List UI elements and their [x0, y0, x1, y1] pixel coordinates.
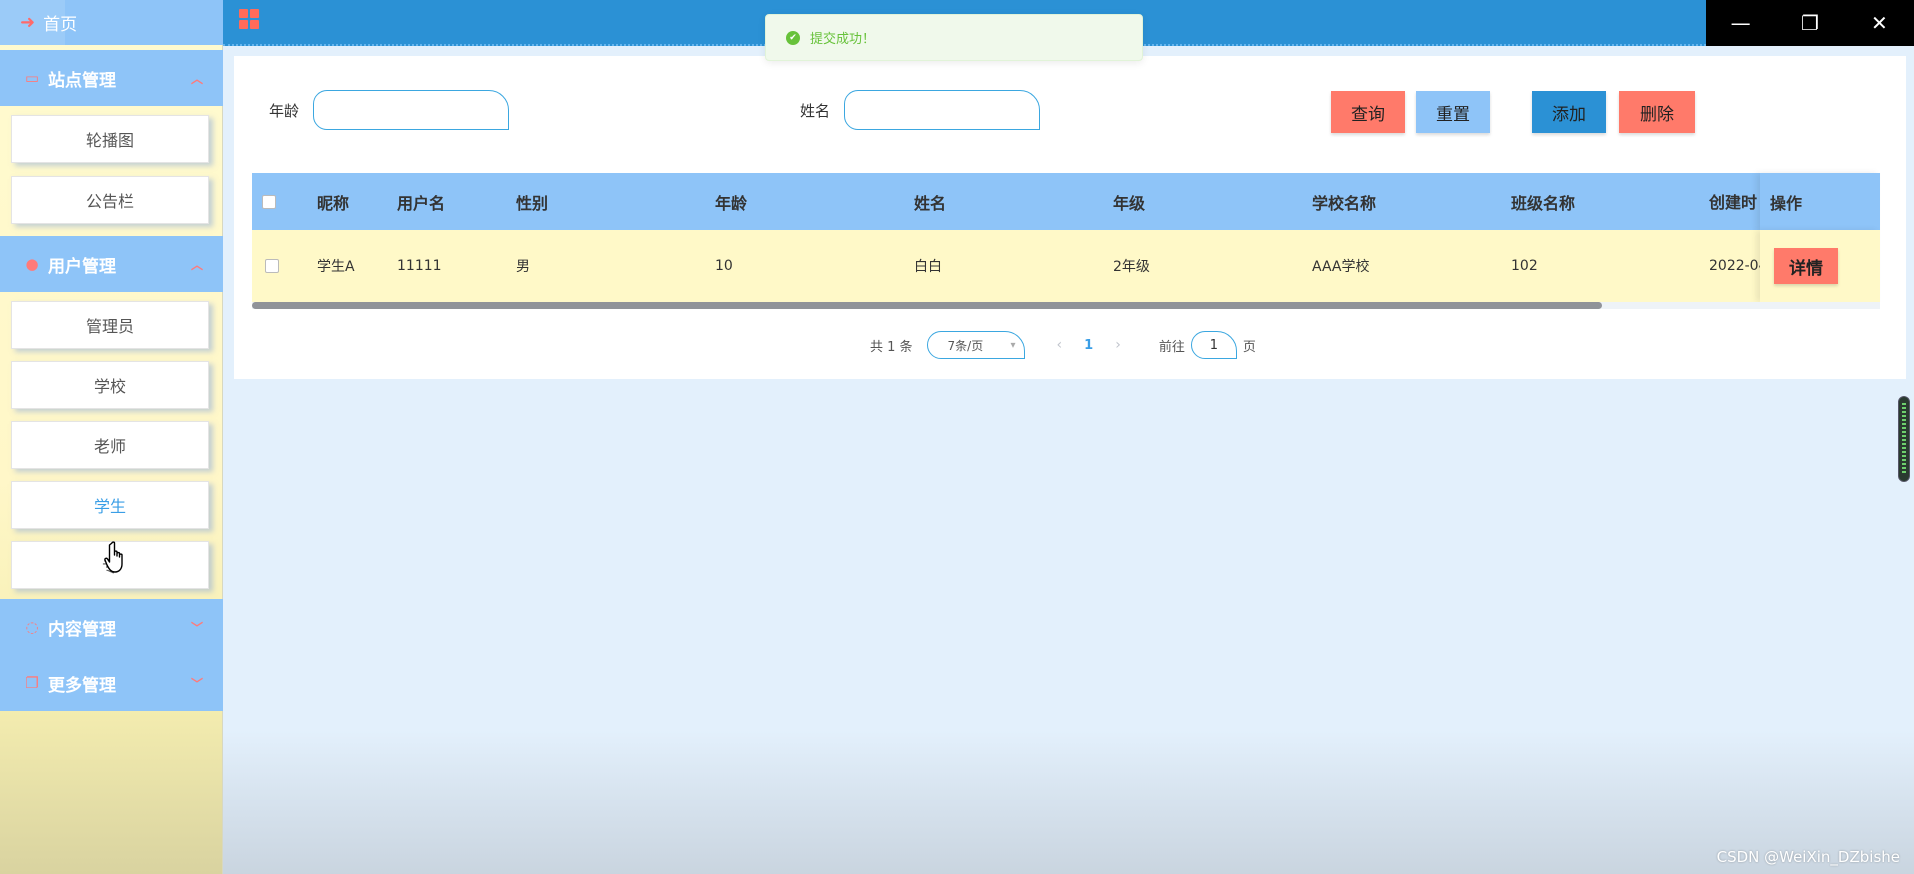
column-header: 年级 — [1113, 193, 1146, 213]
sidebar-item-label: 学校 — [93, 377, 126, 396]
sidebar-group-label: 用户管理 — [48, 256, 116, 277]
hand-cursor-icon — [104, 541, 123, 573]
row-checkbox[interactable] — [265, 259, 279, 273]
sidebar-group-label: 站点管理 — [48, 70, 116, 91]
sidebar-home-label: 首页 — [43, 15, 78, 35]
restore-icon[interactable]: ❐ — [1775, 0, 1844, 46]
column-header: 性别 — [516, 193, 549, 213]
cell-school: AAA学校 — [1312, 259, 1370, 275]
name-label: 姓名 — [800, 102, 831, 120]
cell-created: 2022-04 — [1709, 258, 1760, 274]
next-page-icon[interactable]: › — [1115, 337, 1121, 353]
reset-button[interactable]: 重置 — [1416, 91, 1490, 133]
cell-class: 102 — [1511, 258, 1538, 274]
sidebar-group-content[interactable]: ◌ 内容管理 ﹀ — [0, 599, 223, 655]
sidebar-group-users[interactable]: ● 用户管理 ︿ — [0, 236, 223, 292]
vertical-scrollbar[interactable] — [1898, 396, 1910, 482]
horizontal-scrollbar-thumb[interactable] — [252, 302, 1602, 309]
sidebar-item-admin[interactable]: 管理员 — [11, 301, 209, 349]
cell-name: 白白 — [914, 259, 942, 275]
sidebar-item-carousel[interactable]: 轮播图 — [11, 115, 209, 163]
minimize-icon[interactable]: — — [1706, 0, 1775, 46]
chevron-up-icon: ︿ — [190, 257, 203, 272]
user-icon: ● — [25, 255, 39, 273]
goto-prefix: 前往 — [1158, 339, 1185, 355]
cell-nickname: 学生A — [317, 259, 355, 275]
name-input[interactable] — [844, 90, 1040, 130]
detail-button[interactable]: 详情 — [1774, 248, 1838, 284]
sidebar-item-school[interactable]: 学校 — [11, 361, 209, 409]
sidebar-item-label: 轮播图 — [85, 131, 134, 150]
column-header: 昵称 — [317, 193, 350, 213]
age-label: 年龄 — [269, 102, 300, 120]
sidebar-home[interactable]: ➜ 首页 — [0, 0, 223, 45]
column-header: 年龄 — [715, 193, 748, 213]
pagination-total: 共 1 条 — [870, 339, 913, 355]
sidebar-group-site[interactable]: ▭ 站点管理 ︿ — [0, 50, 223, 106]
check-circle-icon: ✔ — [786, 30, 800, 45]
column-header: 创建时 — [1709, 193, 1758, 212]
copy-icon: ❐ — [25, 674, 39, 692]
sidebar-group-more[interactable]: ❐ 更多管理 ﹀ — [0, 655, 223, 711]
sidebar-item-label: 老师 — [93, 437, 126, 456]
table-header: 昵称 用户名 性别 年龄 姓名 年级 学校名称 班级名称 创建时 — [252, 173, 1880, 230]
column-header: 班级名称 — [1511, 193, 1576, 213]
age-input[interactable] — [313, 90, 509, 130]
chevron-down-icon: ▾ — [1010, 339, 1016, 351]
image-icon: ▭ — [24, 69, 40, 87]
sidebar-item-label: 公告栏 — [85, 192, 134, 211]
chevron-down-icon: ﹀ — [190, 676, 203, 691]
column-header: 姓名 — [914, 193, 947, 213]
delete-button[interactable]: 删除 — [1619, 91, 1695, 133]
main-panel: 年龄 姓名 查询 重置 添加 删除 昵称 用户名 性别 年龄 姓名 年级 学校名… — [234, 56, 1906, 379]
success-toast: ✔ 提交成功！ — [765, 14, 1143, 61]
query-button[interactable]: 查询 — [1331, 91, 1405, 133]
horizontal-scrollbar[interactable] — [252, 302, 1880, 309]
sidebar-item-teacher[interactable]: 老师 — [11, 421, 209, 469]
cell-grade: 2年级 — [1113, 259, 1150, 275]
column-header-actions: 操作 — [1760, 173, 1880, 230]
actions-cell: 详情 — [1760, 230, 1880, 302]
pagination: 共 1 条 7条/页 ▾ ‹ 1 › 前往 1 页 — [870, 330, 1256, 360]
toast-message: 提交成功！ — [810, 32, 876, 47]
prev-page-icon[interactable]: ‹ — [1057, 337, 1063, 353]
sidebar-item-notice[interactable]: 公告栏 — [11, 176, 209, 224]
page-number-current[interactable]: 1 — [1084, 338, 1093, 353]
sidebar-group-label: 更多管理 — [48, 675, 116, 696]
sidebar-item-label: 学生 — [93, 497, 126, 516]
arrow-left-icon: ➜ — [20, 12, 36, 33]
table-row: 学生A 11111 男 10 白白 2年级 AAA学校 102 2022-04 — [252, 230, 1880, 302]
chevron-down-icon: ﹀ — [190, 620, 203, 635]
sidebar-group-label: 内容管理 — [48, 619, 116, 640]
cell-gender: 男 — [516, 259, 530, 275]
sidebar: ➜ 首页 ▭ 站点管理 ︿ 轮播图 公告栏 ● 用户管理 ︿ 管理员 学校 老师… — [0, 0, 223, 874]
goto-suffix: 页 — [1242, 339, 1256, 355]
page-size-select[interactable]: 7条/页 ▾ — [926, 331, 1025, 359]
watermark: CSDN @WeiXin_DZbishe — [1716, 848, 1900, 866]
goto-page-input[interactable]: 1 — [1190, 331, 1237, 359]
close-icon[interactable]: ✕ — [1845, 0, 1914, 46]
sidebar-item-student[interactable]: 学生 — [11, 481, 209, 529]
cell-age: 10 — [715, 258, 733, 274]
cell-username: 11111 — [397, 258, 442, 274]
chevron-up-icon: ︿ — [190, 71, 203, 86]
comment-icon: ◌ — [25, 618, 39, 636]
page-size-value: 7条/页 — [947, 338, 984, 353]
column-header: 学校名称 — [1312, 193, 1377, 213]
select-all-checkbox[interactable] — [262, 194, 276, 209]
sidebar-item-label: 管理员 — [85, 317, 134, 336]
add-button[interactable]: 添加 — [1532, 91, 1606, 133]
column-header: 用户名 — [397, 193, 446, 213]
window-controls: — ❐ ✕ — [1706, 0, 1914, 46]
